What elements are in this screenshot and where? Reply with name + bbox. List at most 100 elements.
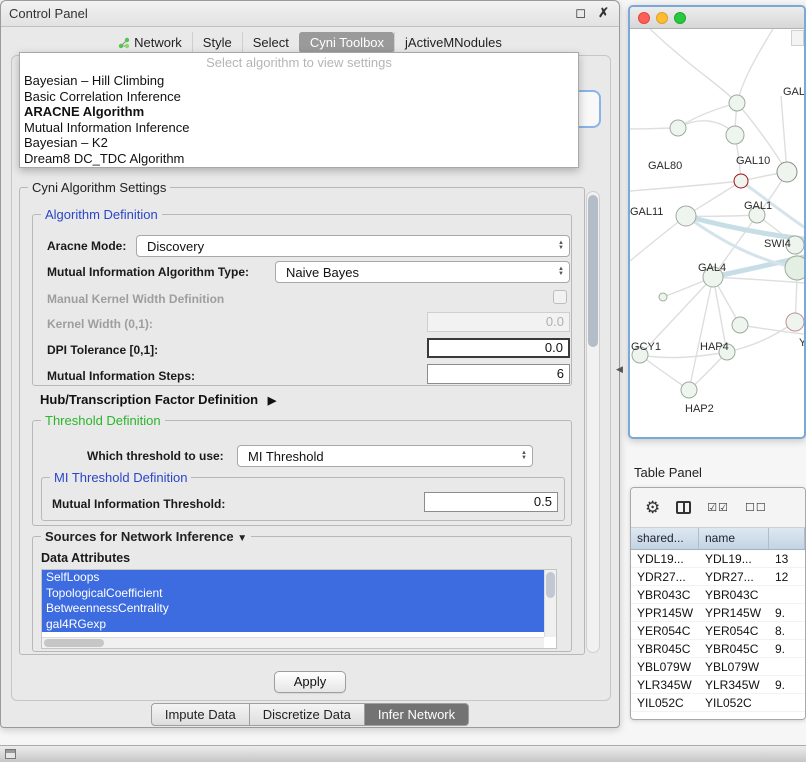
algorithm-definition-group: Algorithm Definition Aracne Mode: Discov… [32,214,572,386]
settings-scrollbar-thumb[interactable] [588,195,598,347]
tab-cyni-toolbox[interactable]: Cyni Toolbox [299,32,394,53]
cyni-bottom-tabs: Impute Data Discretize Data Infer Networ… [1,703,619,726]
list-item-selected[interactable]: TopologicalCoefficient [42,586,544,602]
kernel-width-field[interactable]: 0.0 [427,312,570,332]
svg-text:GAL4: GAL4 [698,262,726,274]
threshold-definition-title: Threshold Definition [41,413,165,428]
close-window-icon[interactable]: ✗ [598,5,609,21]
node-gray[interactable] [777,162,797,182]
show-columns-icon[interactable] [676,501,691,514]
float-window-icon[interactable]: ◻ [575,5,586,21]
sources-group-title[interactable]: Sources for Network Inference ▼ [41,529,251,544]
list-item-selected[interactable]: gal4RGexp [42,617,544,633]
table-header-row: shared... name [631,528,805,550]
table-row[interactable]: YBL079W YBL079W [631,658,805,676]
mi-type-label: Mutual Information Algorithm Type: [47,265,249,279]
table-row[interactable]: YDL19... YDL19... 13 [631,550,805,568]
table-row[interactable]: YBR043C YBR043C [631,586,805,604]
unselect-all-columns-icon[interactable]: ☐☐ [745,501,767,514]
settings-group-title: Cyni Algorithm Settings [28,180,170,195]
control-panel-window: Control Panel ◻ ✗ Network Style Select C… [0,0,620,728]
tab-select[interactable]: Select [242,32,299,53]
algorithm-option-aracne[interactable]: ARACNE Algorithm [20,104,578,120]
network-node-labels: GAL GAL80 GAL10 GAL11 GAL1 SWI4 GAL4 GCY… [630,86,804,415]
node[interactable] [726,126,744,144]
algorithm-option[interactable]: Dream8 DC_TDC Algorithm [20,151,578,167]
mi-steps-field[interactable]: 6 [427,364,570,384]
data-attributes-list: SelfLoops TopologicalCoefficient Between… [41,569,557,649]
select-all-columns-icon[interactable]: ☑☑ [707,501,729,514]
network-view-window: GAL GAL80 GAL10 GAL11 GAL1 SWI4 GAL4 GCY… [628,5,806,439]
list-item-selected[interactable]: SelfLoops [42,570,544,586]
hub-tf-section-toggle[interactable]: Hub/Transcription Factor Definition ▶ [40,392,276,407]
cyni-algorithm-settings-group: Cyni Algorithm Settings Algorithm Defini… [19,187,585,655]
node-gal10-selected[interactable] [734,174,748,188]
network-scrollbar-corner[interactable] [791,30,804,46]
tab-style[interactable]: Style [192,32,242,53]
table-row[interactable]: YDR27... YDR27... 12 [631,568,805,586]
svg-text:GAL11: GAL11 [630,206,663,218]
manual-kernel-checkbox[interactable] [553,290,567,304]
node-gal11[interactable] [676,206,696,226]
node[interactable] [729,95,745,111]
column-header-partial[interactable] [769,528,805,549]
control-panel-tabs: Network Style Select Cyni Toolbox jActiv… [1,32,619,53]
list-vertical-scrollbar[interactable] [544,570,556,637]
mi-threshold-label: Mutual Information Threshold: [52,497,225,511]
algorithm-dropdown-popup: Select algorithm to view settings Bayesi… [19,52,579,168]
settings-scrollbar[interactable] [586,191,600,653]
table-row[interactable]: YPR145W YPR145W 9. [631,604,805,622]
list-item-selected[interactable]: BetweennessCentrality [42,601,544,617]
table-row[interactable]: YBR045C YBR045C 9. [631,640,805,658]
tab-jactivemnodules[interactable]: jActiveMNodules [394,32,512,53]
dpi-tolerance-field[interactable]: 0.0 [427,338,570,358]
table-row[interactable]: YLR345W YLR345W 9. [631,676,805,694]
node[interactable] [785,256,804,280]
tab-discretize-data[interactable]: Discretize Data [250,703,365,726]
svg-text:GAL: GAL [783,86,804,98]
table-row[interactable]: YER054C YER054C 8. [631,622,805,640]
node-small[interactable] [659,293,667,301]
node[interactable] [732,317,748,333]
node[interactable] [670,120,686,136]
which-threshold-combo[interactable]: MI Threshold ▲▼ [237,445,533,467]
svg-text:Y: Y [799,337,804,349]
table-body: YDL19... YDL19... 13 YDR27... YDR27... 1… [631,550,805,712]
restore-panel-icon[interactable] [5,749,16,759]
mi-threshold-field[interactable]: 0.5 [424,492,558,512]
node-hap2[interactable] [681,382,697,398]
svg-text:GAL10: GAL10 [736,155,770,167]
sources-group: Sources for Network Inference ▼ Data Att… [32,536,572,652]
table-row[interactable]: YIL052C YIL052C [631,694,805,712]
algorithm-option[interactable]: Mutual Information Inference [20,120,578,136]
algorithm-option[interactable]: Bayesian – K2 [20,135,578,151]
manual-kernel-label: Manual Kernel Width Definition [47,292,224,306]
svg-text:HAP2: HAP2 [685,403,714,415]
splitter-collapse-icon[interactable]: ◀ [616,364,623,375]
close-traffic-light[interactable] [638,12,650,24]
svg-text:GCY1: GCY1 [631,341,661,353]
mi-type-combo[interactable]: Naive Bayes ▲▼ [275,261,570,283]
list-horizontal-scrollbar[interactable] [42,637,544,648]
node-pink[interactable] [786,313,804,331]
tab-impute-data[interactable]: Impute Data [151,703,250,726]
aracne-mode-label: Aracne Mode: [47,239,126,253]
control-panel-titlebar: Control Panel ◻ ✗ [1,1,619,27]
gear-icon[interactable]: ⚙ [645,498,660,518]
minimize-traffic-light[interactable] [656,12,668,24]
column-header-shared-name[interactable]: shared... [631,528,699,549]
threshold-definition-group: Threshold Definition Which threshold to … [32,420,572,526]
tab-network[interactable]: Network [108,32,192,53]
svg-text:GAL1: GAL1 [744,200,772,212]
kernel-width-label: Kernel Width (0,1): [47,317,153,331]
zoom-traffic-light[interactable] [674,12,686,24]
apply-button[interactable]: Apply [274,671,346,693]
tab-infer-network[interactable]: Infer Network [365,703,469,726]
aracne-mode-combo[interactable]: Discovery ▲▼ [136,235,570,257]
collapse-right-icon: ▶ [268,395,276,407]
table-panel-title: Table Panel [634,465,702,480]
column-header-name[interactable]: name [699,528,769,549]
algorithm-option[interactable]: Basic Correlation Inference [20,89,578,105]
network-graph[interactable]: GAL GAL80 GAL10 GAL11 GAL1 SWI4 GAL4 GCY… [630,29,804,435]
algorithm-option[interactable]: Bayesian – Hill Climbing [20,73,578,89]
